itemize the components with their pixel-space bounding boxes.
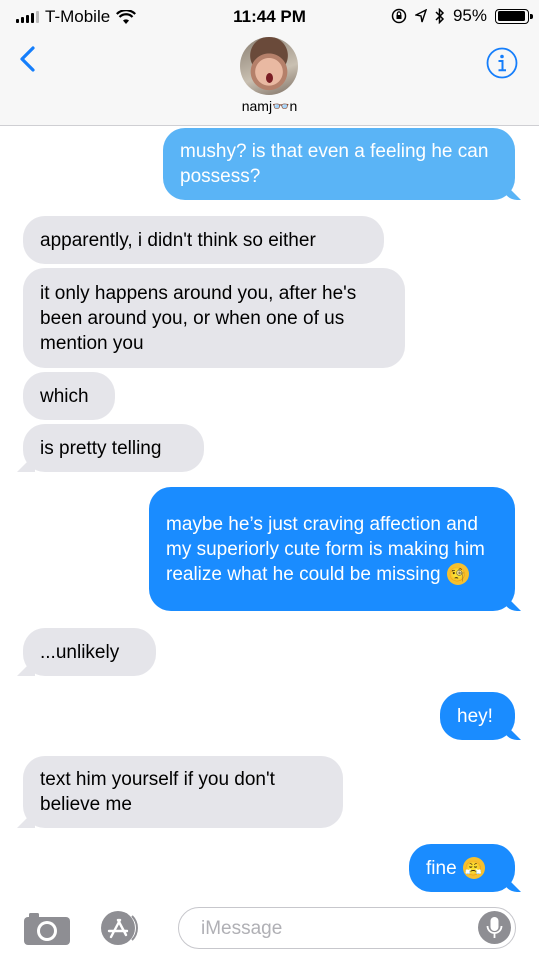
message-text: mushy? is that even a feeling he can pos… — [180, 141, 489, 187]
message-sent[interactable]: mushy? is that even a feeling he can pos… — [163, 128, 515, 200]
camera-icon[interactable] — [22, 912, 72, 946]
avatar[interactable] — [240, 37, 298, 95]
message-text: hey! — [457, 705, 493, 727]
chevron-left-icon[interactable] — [14, 44, 44, 74]
bluetooth-icon — [435, 8, 445, 24]
message-text: is pretty telling — [40, 437, 162, 459]
message-received[interactable]: is pretty telling — [23, 424, 204, 472]
message-text: which — [40, 385, 89, 407]
info-icon[interactable] — [486, 47, 518, 79]
face-with-steam-emoji: 😤 — [462, 857, 485, 880]
message-text: it only happens around you, after he's b… — [40, 282, 357, 354]
message-text: text him yourself if you don't believe m… — [40, 769, 275, 815]
rotation-lock-icon — [391, 8, 407, 24]
battery-percent: 95% — [452, 6, 487, 25]
message-sent[interactable]: maybe he’s just craving affection and my… — [149, 487, 515, 611]
message-text: fine — [426, 857, 457, 879]
message-sent[interactable]: fine 😤 — [409, 844, 515, 892]
composer-bar: iMessage — [0, 892, 539, 960]
microphone-icon[interactable] — [478, 911, 511, 944]
status-right: 95% — [391, 6, 533, 26]
message-received[interactable]: apparently, i didn't think so either — [23, 216, 384, 264]
message-received[interactable]: text him yourself if you don't believe m… — [23, 756, 343, 828]
message-sent[interactable]: hey! — [440, 692, 515, 740]
conversation-header: namj👓n — [0, 34, 539, 126]
message-input[interactable]: iMessage — [178, 907, 516, 949]
status-bar: T-Mobile 11:44 PM 95% — [0, 0, 539, 34]
message-text: maybe he’s just craving affection and my… — [166, 513, 485, 585]
app-store-icon[interactable] — [98, 908, 152, 948]
message-received[interactable]: it only happens around you, after he's b… — [23, 268, 405, 368]
message-received[interactable]: ...unlikely — [23, 628, 156, 676]
battery-icon — [495, 8, 533, 24]
location-icon — [414, 9, 427, 23]
face-with-monocle-emoji: 🧐 — [446, 563, 469, 586]
message-input-placeholder: iMessage — [201, 918, 283, 939]
message-text: ...unlikely — [40, 641, 120, 663]
message-text: apparently, i didn't think so either — [40, 229, 316, 251]
message-received[interactable]: which — [23, 372, 115, 420]
contact-name[interactable]: namj👓n — [0, 98, 539, 115]
